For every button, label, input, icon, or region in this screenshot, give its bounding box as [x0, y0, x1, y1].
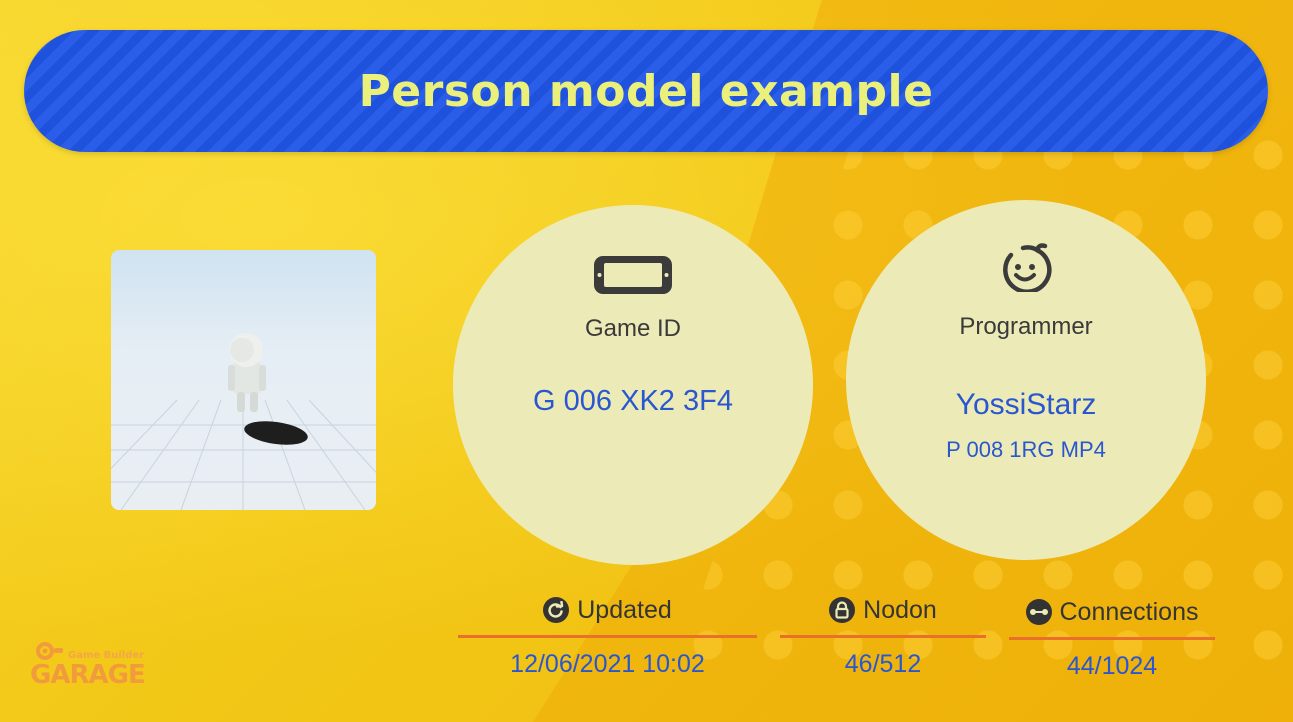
title-banner: Person model example [24, 30, 1268, 152]
game-id-value: G 006 XK2 3F4 [533, 385, 733, 417]
nodon-label: Nodon [863, 595, 937, 624]
game-id-label: Game ID [584, 315, 682, 342]
game-id-card: Game ID G 006 XK2 3F4 [453, 205, 813, 565]
page-title: Person model example [358, 65, 934, 117]
connections-value: 44/1024 [1066, 652, 1158, 680]
game-builder-garage-logo: Game Builder GARAGE [30, 638, 170, 692]
face-icon [997, 242, 1055, 297]
refresh-icon [543, 597, 570, 623]
programmer-card[interactable]: Programmer YossiStarz P 008 1RG MP4 [846, 200, 1206, 560]
lock-icon [829, 597, 856, 623]
updated-label: Updated [577, 595, 672, 624]
logo-title: GARAGE [30, 660, 146, 690]
connections-divider [1009, 637, 1215, 640]
programmer-name[interactable]: YossiStarz [846, 388, 1206, 422]
game-thumbnail[interactable] [111, 250, 376, 510]
console-icon [591, 253, 675, 302]
updated-divider [458, 635, 757, 638]
nodon-stat: Nodon 46/512 [780, 593, 986, 679]
updated-stat: Updated 12/06/2021 10:02 [458, 593, 757, 679]
programmer-label: Programmer [959, 313, 1093, 340]
person-model-preview [111, 333, 376, 510]
nodon-value: 46/512 [844, 650, 922, 678]
updated-value: 12/06/2021 10:02 [510, 650, 705, 678]
connections-label: Connections [1059, 597, 1199, 626]
nodon-divider [780, 635, 986, 638]
programmer-id: P 008 1RG MP4 [946, 437, 1106, 462]
connections-stat: Connections 44/1024 [1009, 595, 1215, 681]
logo-gear-icon [36, 642, 63, 660]
connection-icon [1025, 599, 1052, 625]
